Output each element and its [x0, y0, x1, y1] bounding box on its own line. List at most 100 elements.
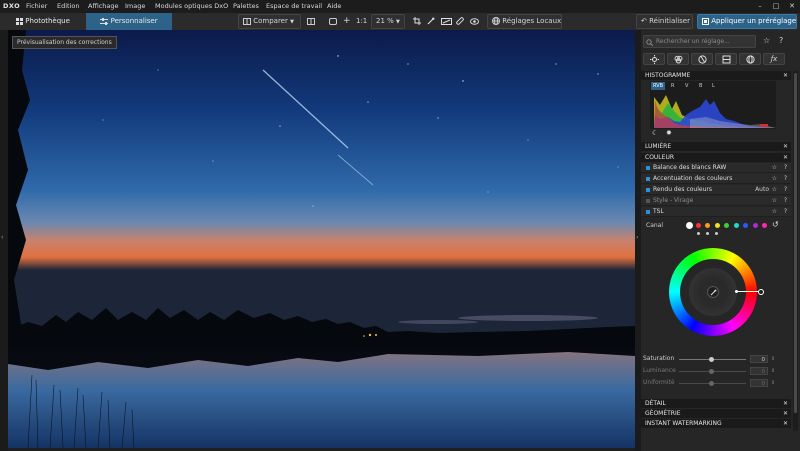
close-window-icon[interactable]: ✕: [784, 0, 800, 13]
menu-image[interactable]: Image: [125, 0, 145, 13]
row-rendu-couleurs[interactable]: Rendu des couleurs Auto ☆?: [641, 185, 791, 195]
ratio-button[interactable]: 1:1: [356, 14, 368, 29]
preview-eye-button[interactable]: [470, 14, 480, 29]
channel-rvb[interactable]: RVB: [651, 82, 665, 90]
help-icon[interactable]: ?: [784, 174, 787, 184]
canal-swatch[interactable]: [733, 223, 739, 228]
spinner-icon[interactable]: ⇕: [771, 378, 775, 388]
reset-button[interactable]: ↶ Réinitialiser: [636, 14, 693, 29]
fit-to-screen-button[interactable]: [329, 14, 339, 29]
star-icon[interactable]: ☆: [772, 185, 777, 195]
canal-swatch[interactable]: [724, 223, 729, 228]
menu-espace-de-travail[interactable]: Espace de travail: [266, 0, 322, 13]
palette-detail-button[interactable]: [691, 53, 713, 65]
hue-inner-handle[interactable]: [735, 290, 738, 293]
channel-r[interactable]: R: [671, 82, 674, 90]
palette-fx-button[interactable]: ƒx: [763, 53, 785, 65]
channel-v[interactable]: V: [685, 82, 688, 90]
horizon-tool-button[interactable]: [441, 14, 453, 29]
zoom-select[interactable]: 21 % ▼: [371, 14, 405, 29]
crop-tool-button[interactable]: [413, 14, 422, 29]
star-icon[interactable]: ☆: [763, 36, 770, 45]
close-section-icon[interactable]: ✕: [783, 142, 788, 151]
help-icon[interactable]: ?: [784, 185, 787, 195]
photo-viewer[interactable]: [8, 30, 635, 448]
close-section-icon[interactable]: ✕: [783, 71, 788, 80]
panel-scrollbar[interactable]: [793, 71, 798, 431]
zoom-in-button[interactable]: +: [343, 14, 352, 29]
star-icon[interactable]: ☆: [772, 207, 777, 217]
section-lumiere[interactable]: LUMIÈRE ✕: [641, 142, 791, 151]
search-input[interactable]: Rechercher un réglage...: [643, 35, 756, 48]
reset-channel-icon[interactable]: ↺: [772, 220, 779, 229]
close-section-icon[interactable]: ✕: [783, 409, 788, 418]
menu-edition[interactable]: Edition: [57, 0, 80, 13]
canal-swatch[interactable]: [695, 223, 701, 228]
sun-clip-icon[interactable]: ✹: [666, 129, 672, 137]
toggle-icon[interactable]: [646, 198, 650, 203]
canal-swatch[interactable]: [762, 223, 767, 228]
section-couleur[interactable]: COULEUR ✕: [641, 153, 791, 162]
section-detail[interactable]: DÉTAIL ✕: [641, 399, 791, 408]
help-icon[interactable]: ?: [784, 196, 787, 206]
repair-tool-button[interactable]: [456, 14, 465, 29]
canal-swatch[interactable]: [714, 223, 720, 228]
spinner-icon[interactable]: ⇕: [771, 366, 775, 376]
help-icon[interactable]: ?: [784, 163, 787, 173]
histogram-header[interactable]: HISTOGRAMME ✕: [641, 71, 791, 80]
section-watermark[interactable]: INSTANT WATERMARKING ✕: [641, 419, 791, 428]
spinner-icon[interactable]: ⇕: [771, 354, 775, 364]
collapse-right-icon[interactable]: ›: [636, 234, 638, 241]
channel-b[interactable]: B: [699, 82, 702, 90]
apply-preset-button[interactable]: Appliquer un préréglage: [697, 14, 797, 29]
compare-button[interactable]: Comparer ▼: [238, 14, 301, 29]
maximize-icon[interactable]: □: [768, 0, 784, 13]
palette-light-button[interactable]: [643, 53, 665, 65]
slider-luminance[interactable]: Luminance 0 ⇕: [643, 366, 789, 376]
section-geometrie[interactable]: GÉOMÉTRIE ✕: [641, 409, 791, 418]
left-panel-collapsed[interactable]: ‹: [0, 30, 8, 451]
canal-swatch[interactable]: [752, 223, 758, 228]
moon-icon[interactable]: ☾: [652, 129, 658, 137]
close-section-icon[interactable]: ✕: [783, 153, 788, 162]
row-style-virage[interactable]: Style - Virage ☆?: [641, 196, 791, 206]
star-icon[interactable]: ☆: [772, 163, 777, 173]
star-icon[interactable]: ☆: [772, 196, 777, 206]
toggle-icon[interactable]: [646, 165, 650, 170]
scrollbar-thumb[interactable]: [794, 73, 797, 413]
row-accentuation[interactable]: Accentuation des couleurs ☆?: [641, 174, 791, 184]
slider-saturation[interactable]: Saturation 0 ⇕: [643, 354, 789, 364]
slider-knob[interactable]: [709, 369, 714, 374]
slider-knob[interactable]: [709, 381, 714, 386]
star-icon[interactable]: ☆: [772, 174, 777, 184]
picker-button[interactable]: [707, 286, 719, 298]
help-icon[interactable]: ?: [784, 207, 787, 217]
slider-knob[interactable]: [709, 357, 714, 362]
eyedropper-tool-button[interactable]: [427, 14, 436, 29]
minimize-icon[interactable]: –: [752, 0, 768, 13]
slider-value[interactable]: 0: [750, 379, 768, 387]
palette-geometry-button[interactable]: [715, 53, 737, 65]
channel-l[interactable]: L: [712, 82, 715, 90]
slider-value[interactable]: 0: [750, 355, 768, 363]
split-view-button[interactable]: [307, 14, 317, 29]
slider-uniformite[interactable]: Uniformité 0 ⇕: [643, 378, 789, 388]
menu-affichage[interactable]: Affichage: [88, 0, 119, 13]
canal-swatch[interactable]: [743, 223, 748, 228]
toggle-icon[interactable]: [646, 176, 650, 181]
help-icon[interactable]: ?: [779, 36, 783, 45]
local-adjustments-button[interactable]: Réglages Locaux: [487, 14, 562, 29]
palette-color-button[interactable]: [667, 53, 689, 65]
tab-phototheque[interactable]: Photothèque: [0, 13, 86, 30]
row-balance-blancs[interactable]: Balance des blancs RAW ☆?: [641, 163, 791, 173]
close-section-icon[interactable]: ✕: [783, 419, 788, 428]
menu-modules-optiques[interactable]: Modules optiques DxO: [155, 0, 228, 13]
tab-personnaliser[interactable]: Personnaliser: [86, 13, 172, 30]
row-tsl[interactable]: TSL ☆?: [641, 207, 791, 217]
toggle-icon[interactable]: [646, 187, 650, 192]
menu-aide[interactable]: Aide: [327, 0, 341, 13]
menu-palettes[interactable]: Palettes: [233, 0, 259, 13]
menu-fichier[interactable]: Fichier: [26, 0, 47, 13]
toggle-icon[interactable]: [646, 209, 650, 214]
expand-left-icon[interactable]: ‹: [1, 234, 3, 241]
